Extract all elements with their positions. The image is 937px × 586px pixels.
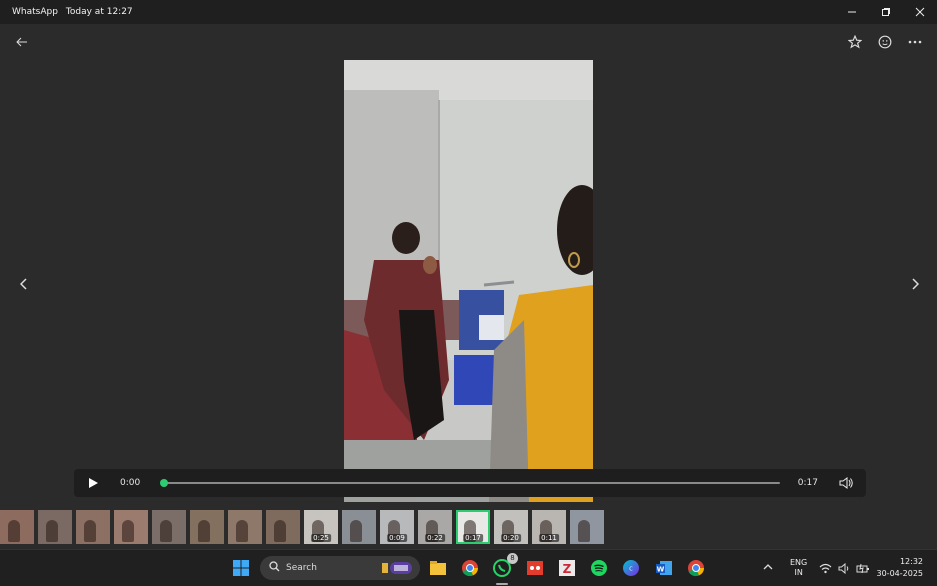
thumbnail-figure: [274, 520, 286, 542]
canva-icon[interactable]: C: [619, 556, 643, 580]
zotero-icon[interactable]: Z: [555, 556, 579, 580]
media-thumbnail[interactable]: [76, 510, 110, 544]
search-placeholder: Search: [286, 563, 317, 573]
language-code: ENG: [790, 558, 808, 567]
chrome-icon[interactable]: [684, 556, 708, 580]
media-thumbnail[interactable]: [228, 510, 262, 544]
message-timestamp: Today at 12:27: [65, 7, 133, 17]
media-thumbnail[interactable]: 0:09: [380, 510, 414, 544]
current-time: 0:00: [120, 478, 141, 488]
emoji-icon[interactable]: [875, 32, 895, 52]
clock-date: 30-04-2025: [876, 569, 924, 578]
close-icon[interactable]: [903, 0, 937, 24]
thumbnail-figure: [8, 520, 20, 542]
media-thumbnail[interactable]: [190, 510, 224, 544]
thumbnail-duration: 0:09: [387, 534, 407, 542]
video-scene-image: [344, 60, 593, 502]
media-thumbnail[interactable]: [0, 510, 34, 544]
media-thumbnail[interactable]: [152, 510, 186, 544]
media-thumbnail[interactable]: 0:17: [456, 510, 490, 544]
thumbnail-figure: [122, 520, 134, 542]
volume-icon[interactable]: [838, 475, 854, 491]
seek-bar[interactable]: [164, 482, 780, 484]
thumbnail-duration: 0:25: [311, 534, 331, 542]
language-indicator[interactable]: ENG IN: [790, 558, 807, 578]
battery-icon[interactable]: [856, 559, 870, 578]
taskbar-search-box[interactable]: Search: [260, 556, 420, 580]
svg-text:C: C: [629, 567, 633, 573]
seek-handle[interactable]: [160, 479, 168, 487]
viewer-toolbar: [0, 24, 937, 60]
window-controls: [835, 0, 937, 24]
search-highlight-icon: [382, 559, 414, 581]
thumbnail-duration: 0:17: [463, 534, 483, 542]
chevron-up-icon[interactable]: [760, 563, 776, 574]
whatsapp-badge: 8: [507, 553, 518, 564]
thumbnail-figure: [198, 520, 210, 542]
svg-text:W: W: [657, 566, 665, 574]
taskbar-clock[interactable]: 12:32 30-04-2025: [877, 556, 924, 580]
title-bar: WhatsApp Today at 12:27: [0, 0, 937, 24]
chevron-right-icon[interactable]: [905, 274, 925, 294]
restore-icon[interactable]: [869, 0, 903, 24]
svg-text:Z: Z: [563, 562, 572, 576]
thumbnail-figure: [46, 520, 58, 542]
windows-start-icon[interactable]: [229, 556, 253, 580]
minimize-icon[interactable]: [835, 0, 869, 24]
arrow-left-icon[interactable]: [12, 32, 32, 52]
thumbnail-figure: [578, 520, 590, 542]
media-thumbnail[interactable]: [570, 510, 604, 544]
thumbnail-figure: [160, 520, 172, 542]
app-name: WhatsApp: [12, 7, 58, 17]
media-thumbnail[interactable]: 0:11: [532, 510, 566, 544]
thumbnail-duration: 0:20: [501, 534, 521, 542]
play-icon[interactable]: [84, 474, 102, 492]
thumbnail-duration: 0:11: [539, 534, 559, 542]
chevron-left-icon[interactable]: [14, 274, 34, 294]
video-frame[interactable]: [344, 60, 593, 502]
spotify-icon[interactable]: [587, 556, 611, 580]
region-code: IN: [794, 568, 803, 577]
media-thumbnail[interactable]: 0:20: [494, 510, 528, 544]
media-thumbnail[interactable]: [342, 510, 376, 544]
media-thumbnail-strip: 0:25 0:09 0:22 0:17 0:20 0:11: [0, 508, 937, 546]
media-thumbnail[interactable]: [114, 510, 148, 544]
more-icon[interactable]: [905, 32, 925, 52]
chrome-icon[interactable]: [458, 556, 482, 580]
clock-time: 12:32: [899, 557, 923, 566]
search-icon: [269, 561, 280, 575]
thumbnail-figure: [236, 520, 248, 542]
wifi-icon[interactable]: [819, 559, 832, 578]
word-icon[interactable]: W: [652, 556, 676, 580]
whatsapp-icon[interactable]: 8: [490, 553, 518, 585]
duration: 0:17: [797, 478, 818, 488]
media-thumbnail[interactable]: 0:25: [304, 510, 338, 544]
thumbnail-figure: [350, 520, 362, 542]
office-icon[interactable]: [523, 556, 547, 580]
star-icon[interactable]: [845, 32, 865, 52]
media-thumbnail[interactable]: [38, 510, 72, 544]
speaker-icon[interactable]: [838, 559, 850, 578]
thumbnail-duration: 0:22: [425, 534, 445, 542]
media-thumbnail[interactable]: 0:22: [418, 510, 452, 544]
system-tray: ENG IN: [760, 550, 870, 586]
file-explorer-icon[interactable]: [426, 556, 450, 580]
thumbnail-figure: [84, 520, 96, 542]
media-thumbnail[interactable]: [266, 510, 300, 544]
video-player-controls: 0:00 0:17: [74, 469, 866, 497]
windows-taskbar: Search 8 Z C W ENG IN 12:32 30-04-2025: [0, 549, 937, 586]
